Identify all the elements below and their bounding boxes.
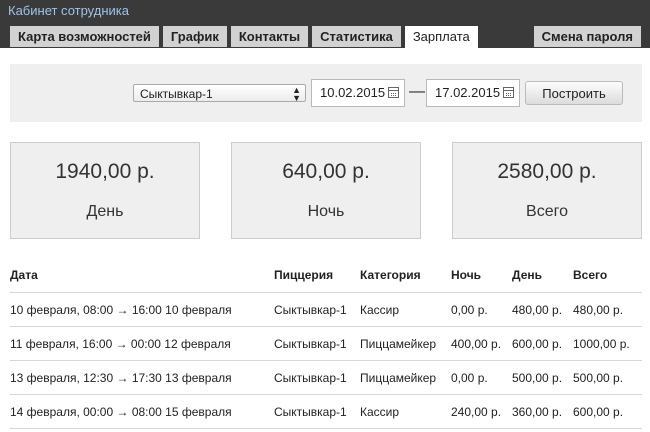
cell-pizzeria: Сыктывкар-1 bbox=[274, 337, 347, 351]
column-header: Категория bbox=[360, 268, 421, 282]
column-header: Всего bbox=[573, 268, 608, 282]
tab-salary[interactable]: Зарплата bbox=[404, 26, 478, 48]
cell-category: Пиццамейкер bbox=[360, 371, 437, 385]
column-header: Ночь bbox=[451, 268, 482, 282]
select-arrows-icon: ▲ ▼ bbox=[292, 85, 301, 103]
cell-category: Кассир bbox=[360, 405, 400, 419]
nav-tabs: Карта возможностей График Контакты Стати… bbox=[10, 26, 482, 48]
column-header: День bbox=[512, 268, 542, 282]
table-header: Дата Пиццерия Категория Ночь День Всего bbox=[10, 258, 642, 293]
cell-date: 13 февраля, 12:30 → 17:30 13 февраля bbox=[10, 371, 232, 385]
column-header: Пиццерия bbox=[274, 268, 334, 282]
cell-night: 400,00 р. bbox=[451, 337, 502, 351]
cell-category: Пиццамейкер bbox=[360, 337, 437, 351]
cell-pizzeria: Сыктывкар-1 bbox=[274, 303, 347, 317]
cell-night: 0,00 р. bbox=[451, 303, 488, 317]
table-row: 10 февраля, 08:00 → 16:00 10 февраля Сык… bbox=[10, 293, 642, 327]
calendar-icon[interactable] bbox=[388, 87, 399, 98]
table-row: 14 февраля, 00:00 → 08:00 15 февраля Сык… bbox=[10, 395, 642, 429]
cell-date: 14 февраля, 00:00 → 08:00 15 февраля bbox=[10, 405, 232, 419]
filter-panel: Сыктывкар-1 ▲ ▼ 10.02.2015 — 17.02.2015 П… bbox=[10, 64, 642, 122]
cell-total: 480,00 р. bbox=[573, 303, 624, 317]
salary-table: Дата Пиццерия Категория Ночь День Всего … bbox=[10, 258, 642, 429]
summary-card-night: 640,00 р. Ночь bbox=[231, 142, 421, 239]
summary-label: День bbox=[86, 203, 124, 220]
cell-total: 500,00 р. bbox=[573, 371, 624, 385]
date-to-value: 17.02.2015 bbox=[435, 85, 501, 100]
cell-day: 480,00 р. bbox=[512, 303, 563, 317]
pizzeria-select[interactable]: Сыктывкар-1 ▲ ▼ bbox=[133, 84, 306, 103]
pizzeria-select-value: Сыктывкар-1 bbox=[140, 87, 213, 101]
cell-total: 600,00 р. bbox=[573, 405, 624, 419]
change-password-button[interactable]: Смена пароля bbox=[533, 26, 641, 47]
calendar-icon[interactable] bbox=[503, 87, 514, 98]
date-range-separator: — bbox=[409, 83, 425, 100]
cell-date: 10 февраля, 08:00 → 16:00 10 февраля bbox=[10, 303, 232, 317]
cell-pizzeria: Сыктывкар-1 bbox=[274, 371, 347, 385]
cell-total: 1000,00 р. bbox=[573, 337, 630, 351]
build-button[interactable]: Построить bbox=[525, 81, 623, 105]
cell-night: 0,00 р. bbox=[451, 371, 488, 385]
date-from-value: 10.02.2015 bbox=[320, 85, 386, 100]
date-to-field[interactable]: 17.02.2015 bbox=[426, 79, 520, 107]
summary-label: Ночь bbox=[307, 203, 345, 220]
summary-card-total: 2580,00 р. Всего bbox=[452, 142, 642, 239]
tab-schedule[interactable]: График bbox=[162, 26, 227, 47]
table-row: 11 февраля, 16:00 → 00:00 12 февраля Сык… bbox=[10, 327, 642, 361]
column-header: Дата bbox=[10, 268, 38, 282]
cell-pizzeria: Сыктывкар-1 bbox=[274, 405, 347, 419]
tab-opportunities-map[interactable]: Карта возможностей bbox=[10, 26, 159, 47]
tab-statistics[interactable]: Статистика bbox=[312, 26, 401, 47]
app-title: Кабинет сотрудника bbox=[8, 3, 129, 18]
cell-day: 360,00 р. bbox=[512, 405, 563, 419]
summary-amount: 1940,00 р. bbox=[55, 160, 155, 183]
cell-night: 240,00 р. bbox=[451, 405, 502, 419]
date-from-field[interactable]: 10.02.2015 bbox=[311, 79, 405, 107]
cell-category: Кассир bbox=[360, 303, 400, 317]
cell-day: 500,00 р. bbox=[512, 371, 563, 385]
summary-label: Всего bbox=[526, 203, 568, 220]
summary-amount: 640,00 р. bbox=[282, 160, 370, 183]
summary-amount: 2580,00 р. bbox=[497, 160, 597, 183]
table-row: 13 февраля, 12:30 → 17:30 13 февраля Сык… bbox=[10, 361, 642, 395]
top-bar: Кабинет сотрудника Карта возможностей Гр… bbox=[0, 0, 650, 48]
summary-card-day: 1940,00 р. День bbox=[10, 142, 200, 239]
cell-date: 11 февраля, 16:00 → 00:00 12 февраля bbox=[10, 337, 231, 351]
tab-contacts[interactable]: Контакты bbox=[230, 26, 309, 47]
cell-day: 600,00 р. bbox=[512, 337, 563, 351]
